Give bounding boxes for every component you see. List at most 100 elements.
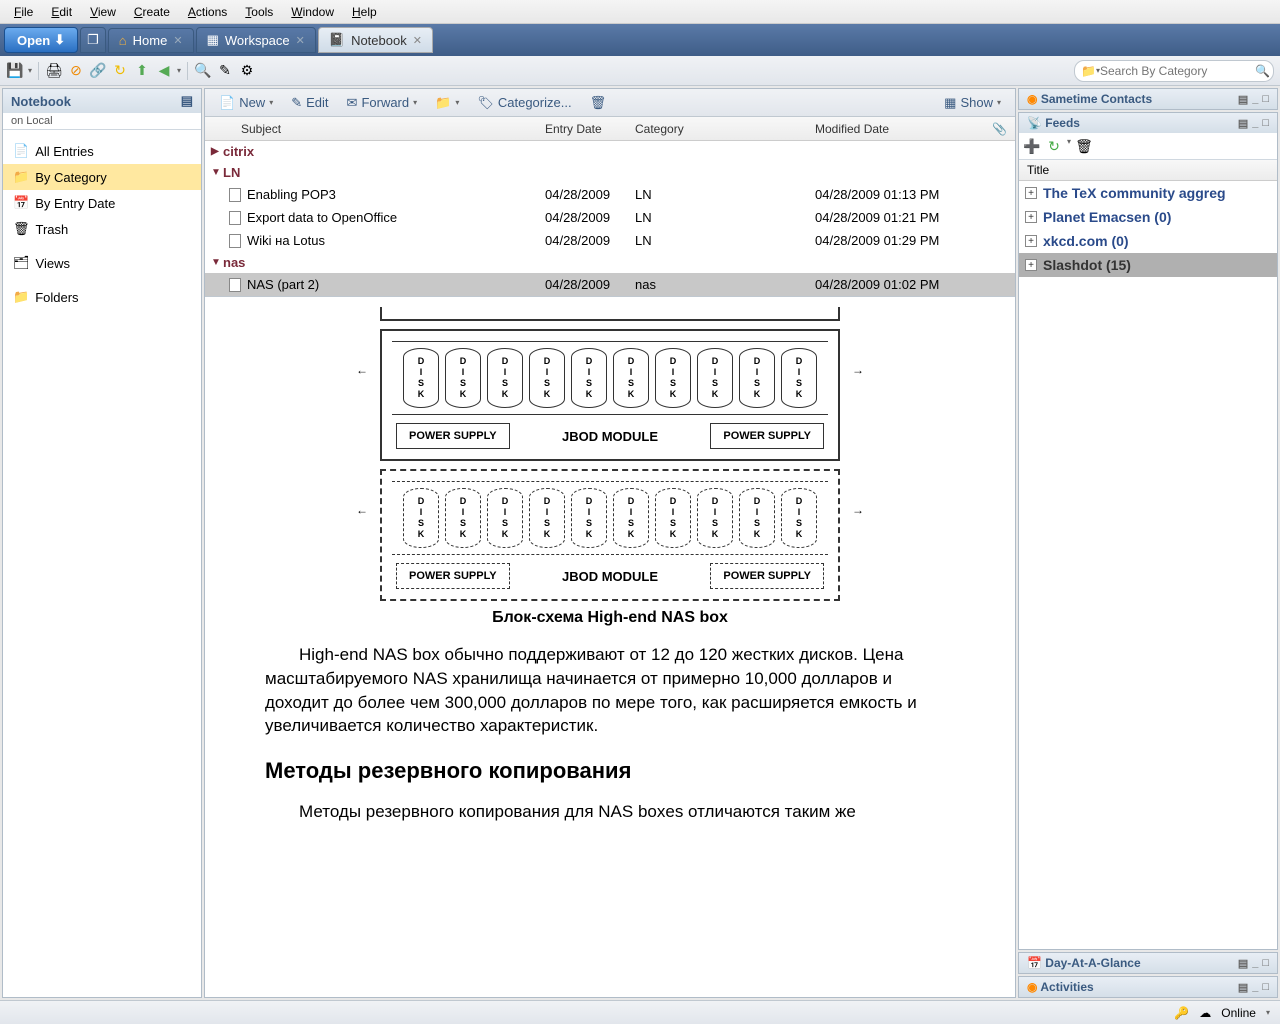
- nav-label: Trash: [36, 222, 69, 237]
- feed-item[interactable]: +xkcd.com (0): [1019, 229, 1277, 253]
- category-row[interactable]: ▶citrix: [205, 141, 1015, 162]
- minimize-icon[interactable]: _: [1252, 117, 1258, 130]
- tab-windows[interactable]: ❐: [80, 27, 106, 53]
- refresh-icon[interactable]: ↻: [1045, 137, 1063, 155]
- refresh-icon[interactable]: ↻: [111, 62, 129, 80]
- feed-column-header[interactable]: Title: [1019, 160, 1277, 181]
- delete-icon[interactable]: 🗑: [1075, 137, 1093, 155]
- print-icon[interactable]: 🖨: [45, 62, 63, 80]
- key-icon[interactable]: 🔑: [1174, 1006, 1189, 1020]
- dropdown-icon[interactable]: ▾: [1067, 137, 1071, 155]
- menu-create[interactable]: Create: [126, 3, 178, 21]
- dropdown-icon[interactable]: ▾: [177, 66, 181, 75]
- dropdown-icon[interactable]: ▾: [28, 66, 32, 75]
- add-feed-icon[interactable]: ➕: [1023, 137, 1041, 155]
- category-row[interactable]: ▼nas: [205, 252, 1015, 273]
- maximize-icon[interactable]: □: [1262, 117, 1269, 130]
- up-icon[interactable]: ⬆: [133, 62, 151, 80]
- minimize-icon[interactable]: _: [1252, 93, 1258, 106]
- minimize-icon[interactable]: _: [1252, 957, 1258, 970]
- open-button[interactable]: Open ⬇: [4, 27, 78, 53]
- col-modified[interactable]: Modified Date: [815, 122, 955, 136]
- maximize-icon[interactable]: □: [1262, 981, 1269, 994]
- tab-notebook[interactable]: 📓 Notebook ✕: [318, 27, 433, 53]
- cancel-icon[interactable]: ⊘: [67, 62, 85, 80]
- feed-toolbar: ➕ ↻ ▾ 🗑: [1019, 133, 1277, 160]
- attachment-icon[interactable]: 📎: [955, 122, 1015, 136]
- menu-edit[interactable]: Edit: [43, 3, 80, 21]
- menu-icon[interactable]: ▤: [1238, 93, 1248, 106]
- menu-icon[interactable]: ▤: [181, 93, 193, 109]
- feed-item[interactable]: +Planet Emacsen (0): [1019, 205, 1277, 229]
- table-row[interactable]: Enabling POP304/28/2009LN04/28/2009 01:1…: [205, 183, 1015, 206]
- table-row[interactable]: NAS (part 2)04/28/2009nas04/28/2009 01:0…: [205, 273, 1015, 296]
- cloud-icon[interactable]: ☁: [1199, 1006, 1211, 1020]
- sametime-section: ◉ Sametime Contacts ▤_□: [1018, 88, 1278, 110]
- tab-label: Notebook: [351, 33, 407, 48]
- menu-actions[interactable]: Actions: [180, 3, 235, 21]
- properties-icon[interactable]: ⚙: [238, 62, 256, 80]
- table-row[interactable]: Wiki на Lotus04/28/2009LN04/28/2009 01:2…: [205, 229, 1015, 252]
- minimize-icon[interactable]: _: [1252, 981, 1258, 994]
- power-supply-label: POWER SUPPLY: [396, 563, 510, 589]
- menu-view[interactable]: View: [82, 3, 124, 21]
- jbod-label: JBOD MODULE: [562, 429, 658, 444]
- folder-button[interactable]: 📁 ▾: [427, 92, 467, 114]
- save-icon[interactable]: 💾: [6, 62, 24, 80]
- toolbar: 💾 ▾ 🖨 ⊘ 🔗 ↻ ⬆ ◀ ▾ 🔍 ✎ ⚙ 📁 ▾ 🔍: [0, 56, 1280, 86]
- menu-file[interactable]: File: [6, 3, 41, 21]
- edit-button[interactable]: ✎ Edit: [283, 92, 336, 114]
- nav-label: Views: [36, 256, 70, 271]
- menu-window[interactable]: Window: [283, 3, 342, 21]
- menu-tools[interactable]: Tools: [237, 3, 281, 21]
- close-icon[interactable]: ✕: [413, 34, 422, 47]
- disk-icon: DISK: [529, 488, 565, 548]
- nav-folders[interactable]: 📁 Folders: [3, 284, 201, 310]
- nav-views[interactable]: 🗂 Views: [3, 250, 201, 276]
- feed-item[interactable]: +Slashdot (15): [1019, 253, 1277, 277]
- disk-icon: DISK: [571, 348, 607, 408]
- nav-trash[interactable]: 🗑 Trash: [3, 216, 201, 242]
- menu-icon[interactable]: ▤: [1238, 117, 1248, 130]
- edit-icon[interactable]: ✎: [216, 62, 234, 80]
- category-row[interactable]: ▼LN: [205, 162, 1015, 183]
- nav-by-entry-date[interactable]: 📅 By Entry Date: [3, 190, 201, 216]
- new-button[interactable]: 📄 New ▾: [211, 92, 281, 114]
- views-icon: 🗂: [13, 255, 30, 271]
- search-box[interactable]: 📁 ▾ 🔍: [1074, 60, 1274, 82]
- sametime-icon: ◉: [1027, 92, 1037, 106]
- btn-label: New: [239, 95, 265, 110]
- link-icon[interactable]: 🔗: [89, 62, 107, 80]
- menu-icon[interactable]: ▤: [1238, 957, 1248, 970]
- tab-workspace[interactable]: ▦ Workspace ✕: [196, 27, 316, 53]
- back-icon[interactable]: ◀: [155, 62, 173, 80]
- categorize-button[interactable]: 🏷 Categorize...: [469, 92, 579, 114]
- col-subject[interactable]: Subject: [205, 122, 545, 136]
- delete-button[interactable]: 🗑: [582, 92, 615, 114]
- power-supply-label: POWER SUPPLY: [396, 423, 510, 449]
- section-title: Activities: [1040, 980, 1093, 994]
- content-viewer[interactable]: ← → DISKDISKDISKDISKDISKDISKDISKDISKDISK…: [205, 297, 1015, 997]
- forward-button[interactable]: ✉ Forward ▾: [339, 92, 426, 114]
- search-icon[interactable]: 🔍: [1255, 64, 1270, 78]
- table-row[interactable]: Export data to OpenOffice04/28/2009LN04/…: [205, 206, 1015, 229]
- col-category[interactable]: Category: [635, 122, 815, 136]
- day-at-a-glance-section: 📅 Day-At-A-Glance ▤_□: [1018, 952, 1278, 974]
- nav-all-entries[interactable]: 📄 All Entries: [3, 138, 201, 164]
- nav-by-category[interactable]: 📁 By Category: [3, 164, 201, 190]
- section-title: Day-At-A-Glance: [1045, 956, 1140, 970]
- tab-home[interactable]: ⌂ Home ✕: [108, 28, 194, 53]
- search-input[interactable]: [1100, 64, 1255, 78]
- close-icon[interactable]: ✕: [296, 34, 305, 47]
- maximize-icon[interactable]: □: [1262, 93, 1269, 106]
- dropdown-icon[interactable]: ▾: [1266, 1008, 1270, 1017]
- close-icon[interactable]: ✕: [173, 34, 182, 47]
- disk-icon: DISK: [655, 348, 691, 408]
- binoculars-icon[interactable]: 🔍: [194, 62, 212, 80]
- show-button[interactable]: ▦ Show ▾: [936, 92, 1009, 114]
- menu-help[interactable]: Help: [344, 3, 385, 21]
- maximize-icon[interactable]: □: [1262, 957, 1269, 970]
- feed-item[interactable]: +The TeX community aggreg: [1019, 181, 1277, 205]
- menu-icon[interactable]: ▤: [1238, 981, 1248, 994]
- col-entry-date[interactable]: Entry Date: [545, 122, 635, 136]
